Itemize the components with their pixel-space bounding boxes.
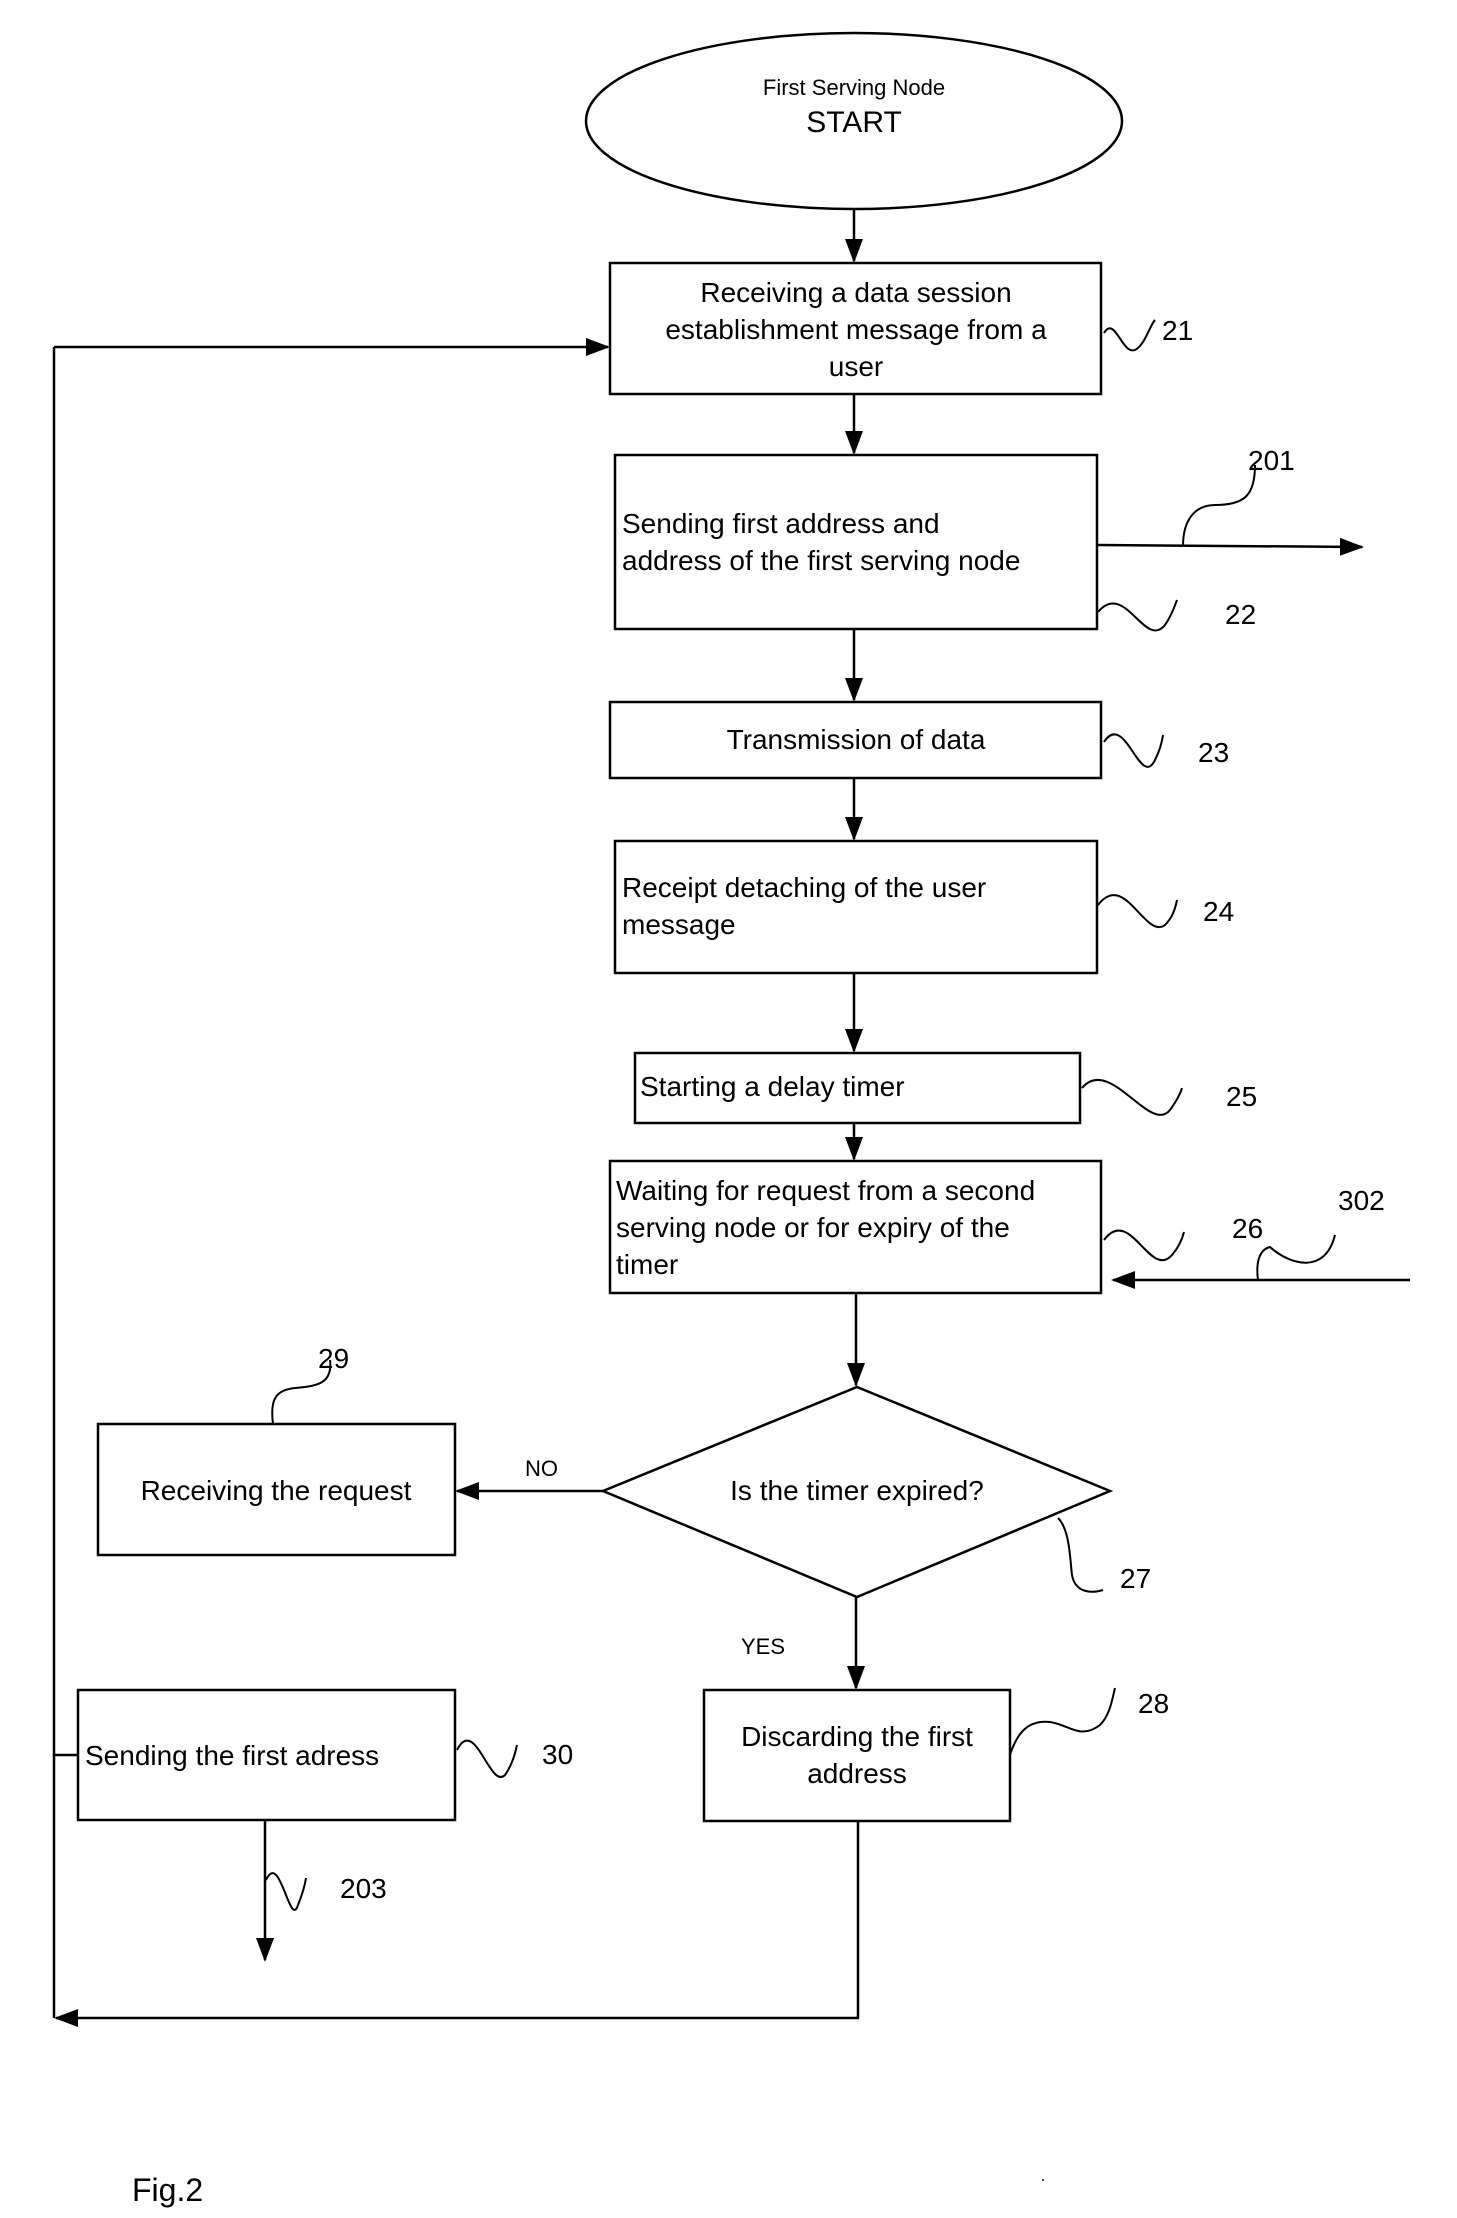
signal-201: 201 bbox=[1096, 445, 1364, 556]
signal-203-label: 203 bbox=[340, 1873, 387, 1904]
step-29-line-1: Receiving the request bbox=[141, 1475, 412, 1506]
flowchart: First Serving Node START Receiving a dat… bbox=[52, 31, 1410, 2208]
step-21-line-1: Receiving a data session bbox=[700, 277, 1011, 308]
step-21: Receiving a data session establishment m… bbox=[608, 261, 1193, 396]
step-25: Starting a delay timer 25 bbox=[633, 1051, 1257, 1125]
signal-203-leader bbox=[265, 1872, 307, 1911]
signal-302-leader bbox=[1256, 1234, 1336, 1281]
step-24-ref: 24 bbox=[1203, 896, 1234, 927]
step-23-leader bbox=[1103, 733, 1164, 768]
step-27-leader bbox=[1057, 1517, 1104, 1593]
signal-201-arrow bbox=[1096, 537, 1364, 556]
signal-203: 203 bbox=[256, 1820, 387, 1962]
step-22-box bbox=[613, 453, 1099, 631]
step-27-decision: Is the timer expired? 27 NO YES bbox=[525, 1385, 1151, 1659]
start-title: First Serving Node bbox=[763, 75, 945, 100]
step-21-line-3: user bbox=[829, 351, 883, 382]
step-26-line-3: timer bbox=[616, 1249, 678, 1280]
step-23-ref: 23 bbox=[1198, 737, 1229, 768]
step-21-line-2: establishment message from a bbox=[665, 314, 1047, 345]
start-subtitle: START bbox=[806, 106, 902, 139]
step-28: Discarding the first address 28 bbox=[702, 1687, 1169, 1823]
step-28-line-1: Discarding the first bbox=[741, 1721, 973, 1752]
branch-no-label: NO bbox=[525, 1456, 558, 1481]
step-24-line-1: Receipt detaching of the user bbox=[622, 872, 986, 903]
loop-bottom-line bbox=[54, 1821, 860, 2027]
step-25-ref: 25 bbox=[1226, 1081, 1257, 1112]
branch-yes-label: YES bbox=[741, 1634, 785, 1659]
step-30-line-1: Sending the first adress bbox=[85, 1740, 379, 1771]
step-28-box bbox=[702, 1688, 1012, 1823]
step-28-line-2: address bbox=[807, 1758, 907, 1789]
step-22-leader bbox=[1097, 599, 1178, 632]
step-21-ref: 21 bbox=[1162, 315, 1193, 346]
step-29: Receiving the request 29 bbox=[96, 1343, 457, 1557]
step-26-line-1: Waiting for request from a second bbox=[616, 1175, 1035, 1206]
step-26-leader bbox=[1103, 1229, 1185, 1262]
step-26-ref: 26 bbox=[1232, 1213, 1263, 1244]
step-25-line-1: Starting a delay timer bbox=[640, 1071, 905, 1102]
step-26-line-2: serving node or for expiry of the bbox=[616, 1212, 1010, 1243]
step-23: Transmission of data 23 bbox=[608, 700, 1229, 780]
step-24-line-2: message bbox=[622, 909, 736, 940]
step-24: Receipt detaching of the user message 24 bbox=[613, 839, 1234, 975]
step-28-ref: 28 bbox=[1138, 1688, 1169, 1719]
step-22: Sending first address and address of the… bbox=[613, 453, 1256, 632]
step-24-leader bbox=[1097, 894, 1178, 929]
step-21-leader bbox=[1103, 319, 1156, 352]
start-node: First Serving Node START bbox=[584, 31, 1124, 211]
step-25-leader bbox=[1081, 1079, 1183, 1116]
signal-201-label: 201 bbox=[1248, 445, 1295, 476]
step-30-leader bbox=[456, 1739, 518, 1778]
step-22-line-1: Sending first address and bbox=[622, 508, 940, 539]
speck-mark bbox=[1042, 2179, 1044, 2181]
step-30: Sending the first adress 30 bbox=[76, 1688, 573, 1822]
signal-201-leader bbox=[1182, 464, 1256, 547]
step-30-ref: 30 bbox=[542, 1739, 573, 1770]
step-22-line-2: address of the first serving node bbox=[622, 545, 1020, 576]
figure-label: Fig.2 bbox=[132, 2172, 203, 2208]
step-24-box bbox=[613, 839, 1099, 975]
signal-302-label: 302 bbox=[1338, 1185, 1385, 1216]
step-23-line-1: Transmission of data bbox=[727, 724, 986, 755]
step-27-question: Is the timer expired? bbox=[730, 1475, 984, 1506]
step-26: Waiting for request from a second servin… bbox=[608, 1159, 1263, 1295]
step-28-leader bbox=[1009, 1687, 1116, 1756]
step-22-ref: 22 bbox=[1225, 599, 1256, 630]
step-27-ref: 27 bbox=[1120, 1563, 1151, 1594]
step-29-ref: 29 bbox=[318, 1343, 349, 1374]
